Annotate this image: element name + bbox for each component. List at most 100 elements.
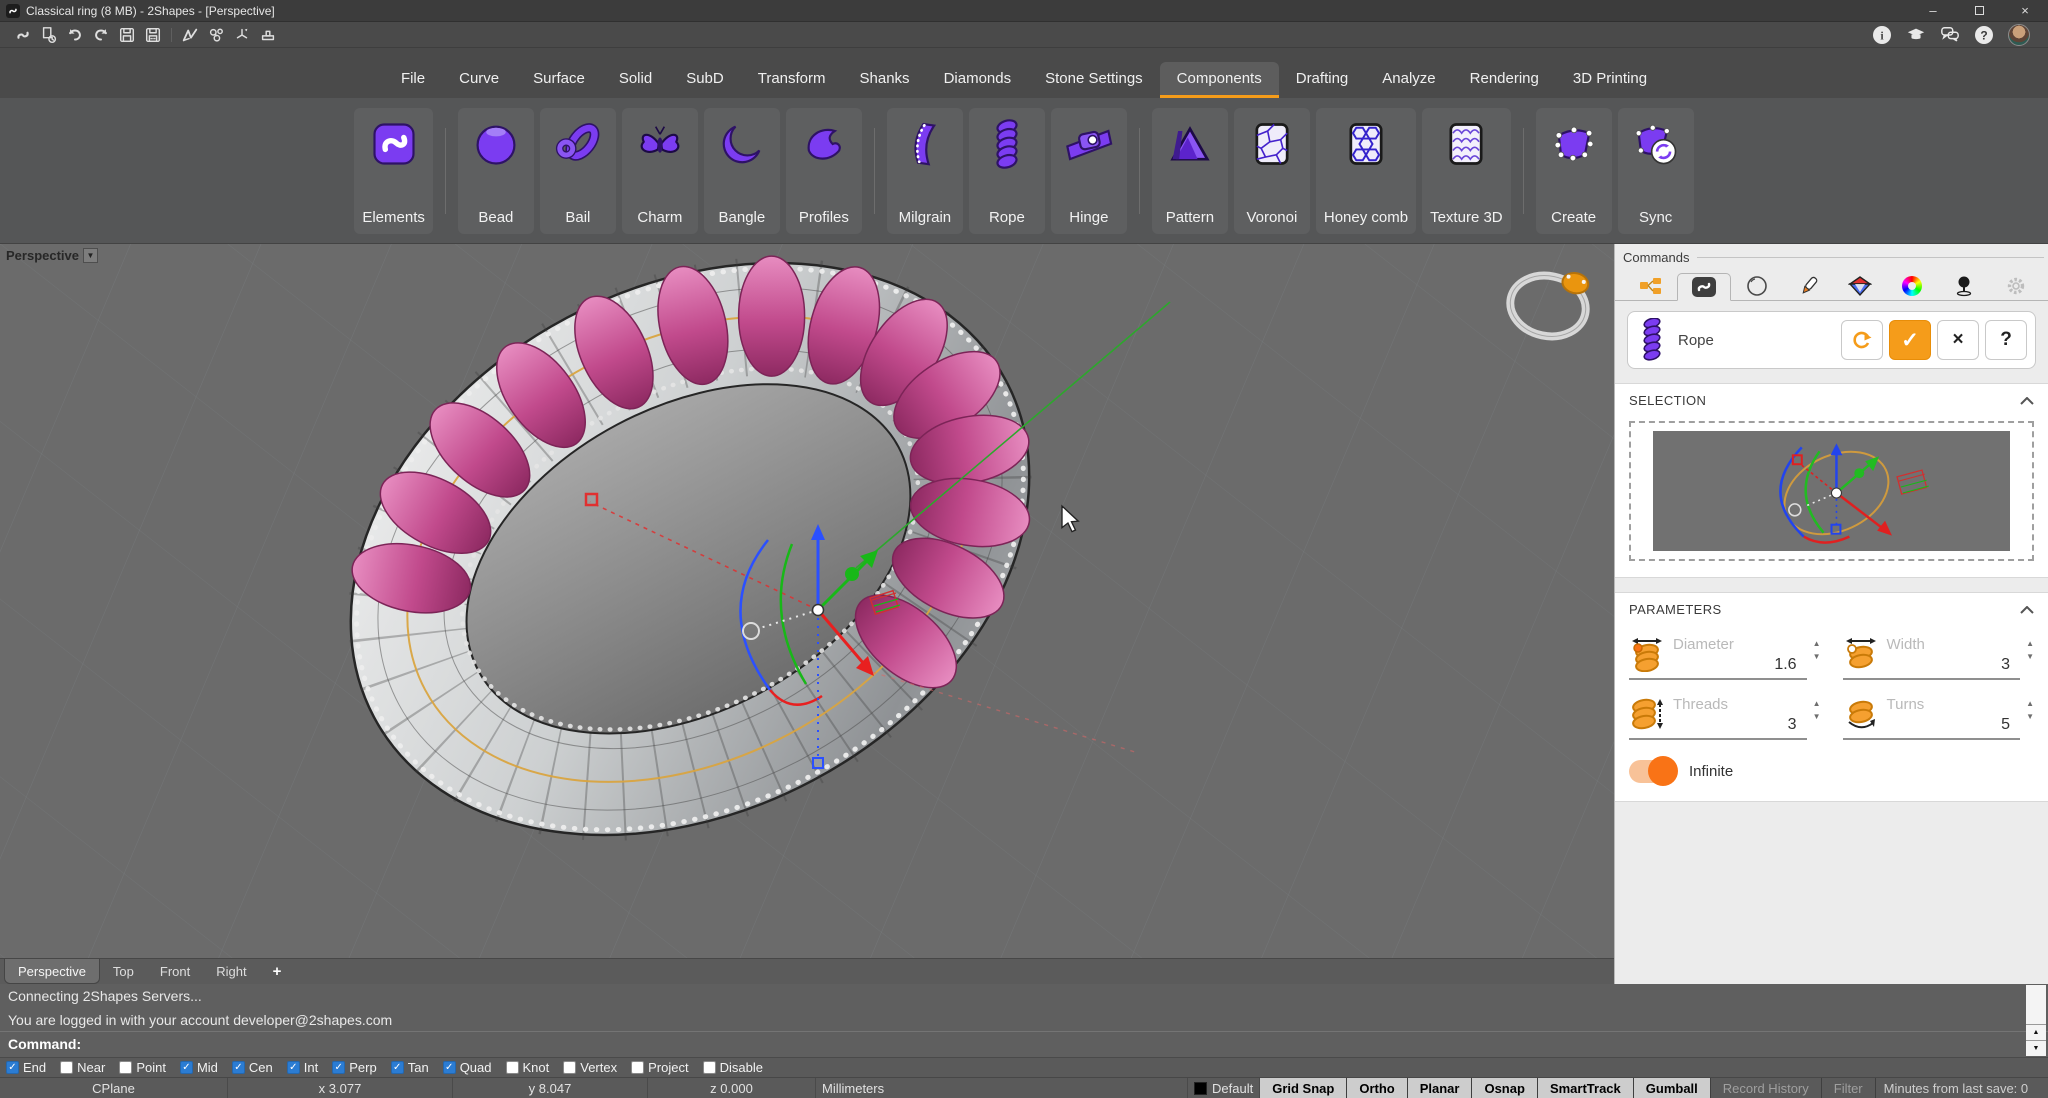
osnap-item[interactable]: Quad	[443, 1060, 492, 1075]
checkbox[interactable]	[443, 1061, 456, 1074]
2shapes-logo-icon[interactable]	[10, 24, 36, 46]
menu-item[interactable]: Diamonds	[927, 62, 1029, 98]
tab-gumball[interactable]	[1938, 272, 1990, 300]
viewport-title[interactable]: Perspective ▼	[6, 248, 98, 263]
osnap-item[interactable]: End	[6, 1060, 46, 1075]
viewport-tab[interactable]: Perspective	[4, 959, 100, 984]
selection-header[interactable]: SELECTION	[1615, 384, 2048, 417]
ribbon-honeycomb-button[interactable]: Honey comb	[1316, 108, 1416, 234]
refresh-button[interactable]	[1841, 320, 1883, 360]
checkbox[interactable]	[631, 1061, 644, 1074]
tab-gem[interactable]	[1835, 272, 1887, 300]
threads-input[interactable]: 3	[1673, 713, 1807, 734]
menu-item[interactable]: Stone Settings	[1028, 62, 1160, 98]
infinite-toggle[interactable]	[1629, 760, 1675, 783]
width-spinner[interactable]: ▲▼	[2024, 636, 2034, 661]
menu-item[interactable]: Analyze	[1365, 62, 1452, 98]
status-toggle[interactable]: Record History	[1711, 1078, 1822, 1098]
close-button[interactable]: ×	[2002, 0, 2048, 21]
confirm-button[interactable]: ✓	[1889, 320, 1931, 360]
undo-icon[interactable]	[62, 24, 88, 46]
status-segment[interactable]: CPlane	[0, 1078, 228, 1098]
help-icon[interactable]: ?	[1974, 25, 1994, 45]
checkbox[interactable]	[563, 1061, 576, 1074]
plugins-icon[interactable]	[203, 24, 229, 46]
checkbox[interactable]	[60, 1061, 73, 1074]
status-segment[interactable]: y 8.047	[453, 1078, 648, 1098]
ribbon-voronoi-button[interactable]: Voronoi	[1234, 108, 1310, 234]
osnap-item[interactable]: Project	[631, 1060, 688, 1075]
ribbon-elements-button[interactable]: Elements	[354, 108, 433, 234]
ribbon-pattern-button[interactable]: Pattern	[1152, 108, 1228, 234]
ribbon-hinge-button[interactable]: Hinge	[1051, 108, 1127, 234]
menu-item[interactable]: Solid	[602, 62, 669, 98]
checkbox[interactable]	[287, 1061, 300, 1074]
checkbox[interactable]	[391, 1061, 404, 1074]
status-toggle[interactable]: SmartTrack	[1538, 1078, 1634, 1098]
viewport-tab[interactable]: +	[260, 959, 295, 984]
checkbox[interactable]	[180, 1061, 193, 1074]
user-avatar[interactable]	[2008, 24, 2030, 46]
chat-icon[interactable]	[1940, 25, 1960, 45]
save-incremental-icon[interactable]	[140, 24, 166, 46]
sketch-icon[interactable]	[177, 24, 203, 46]
osnap-item[interactable]: Near	[60, 1060, 105, 1075]
status-segment[interactable]: z 0.000	[648, 1078, 816, 1098]
menu-item[interactable]: Components	[1160, 62, 1279, 98]
menu-item[interactable]: Transform	[741, 62, 843, 98]
osnap-item[interactable]: Mid	[180, 1060, 218, 1075]
checkbox[interactable]	[506, 1061, 519, 1074]
parameters-header[interactable]: PARAMETERS	[1615, 593, 2048, 626]
viewport-tab[interactable]: Front	[147, 959, 203, 984]
ribbon-milgrain-button[interactable]: Milgrain	[887, 108, 963, 234]
osnap-item[interactable]: Tan	[391, 1060, 429, 1075]
checkbox[interactable]	[6, 1061, 19, 1074]
learn-icon[interactable]	[1906, 25, 1926, 45]
menu-item[interactable]: SubD	[669, 62, 741, 98]
tab-pen[interactable]	[1783, 272, 1835, 300]
checkbox[interactable]	[703, 1061, 716, 1074]
threads-spinner[interactable]: ▲▼	[1811, 696, 1821, 721]
status-toggle[interactable]: Grid Snap	[1260, 1078, 1347, 1098]
scroll-down-button[interactable]: ▼	[2026, 1040, 2046, 1056]
ribbon-texture3d-button[interactable]: Texture 3D	[1422, 108, 1511, 234]
viewport-tab[interactable]: Top	[100, 959, 147, 984]
command-scrollbar[interactable]: ▲ ▼	[2026, 985, 2046, 1056]
turns-input[interactable]: 5	[1887, 713, 2021, 734]
tab-color-wheel[interactable]	[1886, 272, 1938, 300]
file-history-icon[interactable]	[36, 24, 62, 46]
3d-viewport[interactable]: Perspective ▼	[0, 244, 1614, 958]
ribbon-sync-button[interactable]: Sync	[1618, 108, 1694, 234]
status-segment[interactable]: Default	[1188, 1078, 1260, 1098]
osnap-item[interactable]: Int	[287, 1060, 318, 1075]
minimize-button[interactable]: –	[1910, 0, 1956, 21]
width-input[interactable]: 3	[1887, 653, 2021, 674]
osnap-item[interactable]: Perp	[332, 1060, 376, 1075]
checkbox[interactable]	[232, 1061, 245, 1074]
ribbon-rope-button[interactable]: Rope	[969, 108, 1045, 234]
viewport-dropdown-icon[interactable]: ▼	[83, 248, 98, 263]
osnap-item[interactable]: Disable	[703, 1060, 763, 1075]
viewport-tab[interactable]: Right	[203, 959, 259, 984]
tab-hierarchy[interactable]	[1625, 272, 1677, 300]
redo-icon[interactable]	[88, 24, 114, 46]
checkbox[interactable]	[332, 1061, 345, 1074]
menu-item[interactable]: Drafting	[1279, 62, 1366, 98]
diameter-spinner[interactable]: ▲▼	[1811, 636, 1821, 661]
status-segment[interactable]: Millimeters	[816, 1078, 1188, 1098]
command-prompt[interactable]: Command:	[0, 1032, 2048, 1056]
osnap-item[interactable]: Point	[119, 1060, 166, 1075]
scroll-up-button[interactable]: ▲	[2026, 1024, 2046, 1040]
status-toggle[interactable]: Planar	[1408, 1078, 1473, 1098]
ribbon-profiles-button[interactable]: Profiles	[786, 108, 862, 234]
ribbon-bail-button[interactable]: Bail	[540, 108, 616, 234]
tab-sphere[interactable]	[1731, 272, 1783, 300]
osnap-item[interactable]: Knot	[506, 1060, 550, 1075]
menu-item[interactable]: Surface	[516, 62, 602, 98]
osnap-item[interactable]: Vertex	[563, 1060, 617, 1075]
ribbon-charm-button[interactable]: Charm	[622, 108, 698, 234]
help-button[interactable]: ?	[1985, 320, 2027, 360]
gumball-tool-icon[interactable]	[229, 24, 255, 46]
status-toggle[interactable]: Gumball	[1634, 1078, 1711, 1098]
menu-item[interactable]: Shanks	[843, 62, 927, 98]
